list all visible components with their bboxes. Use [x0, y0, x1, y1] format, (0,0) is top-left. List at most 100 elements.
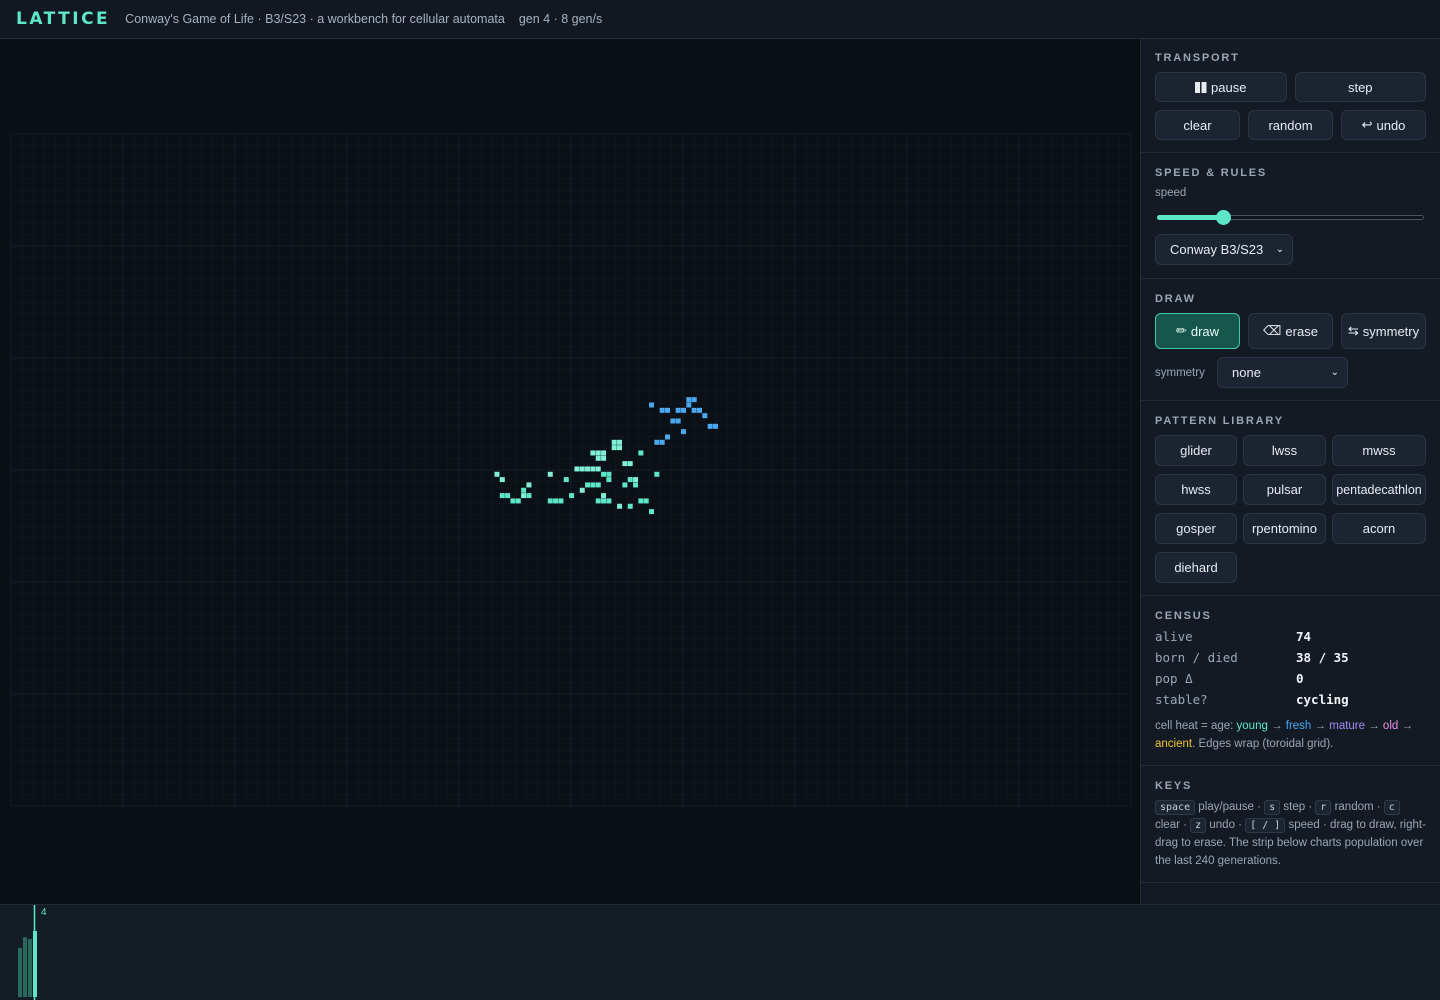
live-cell[interactable]	[606, 471, 612, 477]
live-cell[interactable]	[627, 461, 633, 467]
live-cell[interactable]	[521, 493, 527, 499]
live-cell[interactable]	[654, 471, 660, 477]
step-button[interactable]: step	[1294, 72, 1426, 102]
symmetry-mode-button[interactable]: ⇆ symmetry	[1341, 313, 1426, 349]
live-cell[interactable]	[659, 439, 665, 445]
live-cell[interactable]	[707, 423, 713, 429]
live-cell[interactable]	[649, 402, 655, 408]
live-cell[interactable]	[665, 407, 671, 413]
clear-button[interactable]: clear	[1155, 110, 1240, 140]
live-cell[interactable]	[638, 498, 644, 504]
live-cell[interactable]	[510, 498, 516, 504]
live-cell[interactable]	[494, 471, 500, 477]
live-cell[interactable]	[670, 418, 676, 424]
live-cell[interactable]	[627, 503, 633, 509]
live-cell[interactable]	[649, 509, 655, 515]
live-cell[interactable]	[665, 434, 671, 440]
live-cell[interactable]	[659, 407, 665, 413]
live-cell[interactable]	[595, 450, 601, 456]
pattern-diehard[interactable]: diehard	[1155, 552, 1237, 583]
pattern-pulsar[interactable]: pulsar	[1243, 474, 1326, 505]
life-board[interactable]	[0, 39, 1140, 904]
rule-select[interactable]: Conway B3/S23 ⌄	[1155, 234, 1293, 265]
live-cell[interactable]	[622, 482, 628, 488]
live-cell[interactable]	[547, 498, 553, 504]
pattern-hwss[interactable]: hwss	[1155, 474, 1237, 505]
population-strip[interactable]: 4	[0, 904, 1440, 1000]
live-cell[interactable]	[643, 498, 649, 504]
live-cell[interactable]	[579, 487, 585, 493]
live-cell[interactable]	[681, 407, 687, 413]
pattern-pentadecathlon[interactable]: pentadecathlon	[1332, 474, 1426, 505]
erase-mode-button[interactable]: ⌫ erase	[1248, 313, 1333, 349]
live-cell[interactable]	[712, 423, 718, 429]
pattern-acorn[interactable]: acorn	[1332, 513, 1426, 544]
random-button[interactable]: random	[1248, 110, 1333, 140]
live-cell[interactable]	[691, 397, 697, 403]
live-cell[interactable]	[697, 407, 702, 413]
live-cell[interactable]	[611, 445, 617, 451]
generation-readout: gen 4 · 8 gen/s	[518, 12, 603, 26]
live-cell[interactable]	[590, 466, 596, 472]
live-cell[interactable]	[526, 493, 532, 499]
draw-mode-button[interactable]: ✏ draw	[1155, 313, 1240, 349]
live-cell[interactable]	[563, 477, 569, 483]
pattern-mwss[interactable]: mwss	[1332, 435, 1426, 466]
live-cell[interactable]	[686, 402, 692, 408]
live-cell[interactable]	[601, 450, 607, 456]
pause-button[interactable]: pause	[1155, 72, 1287, 102]
live-cell[interactable]	[579, 466, 585, 472]
pattern-gosper[interactable]: gosper	[1155, 513, 1237, 544]
live-cell[interactable]	[622, 461, 628, 467]
live-cell[interactable]	[611, 439, 617, 445]
live-cell[interactable]	[681, 429, 687, 435]
live-cell[interactable]	[686, 397, 692, 403]
live-cell[interactable]	[601, 498, 607, 504]
live-cell[interactable]	[633, 482, 639, 488]
live-cell[interactable]	[627, 477, 633, 483]
live-cell[interactable]	[515, 498, 521, 504]
live-cell[interactable]	[601, 471, 607, 477]
undo-button[interactable]: ↩ undo	[1341, 110, 1426, 140]
live-cell[interactable]	[654, 439, 660, 445]
live-cell[interactable]	[499, 477, 505, 483]
live-cell[interactable]	[617, 503, 623, 509]
live-cell[interactable]	[590, 482, 596, 488]
live-cell[interactable]	[633, 477, 639, 483]
pattern-rpentomino[interactable]: rpentomino	[1243, 513, 1326, 544]
board-canvas[interactable]	[0, 39, 1140, 904]
live-cell[interactable]	[675, 418, 681, 424]
live-cell[interactable]	[601, 455, 607, 461]
live-cell[interactable]	[617, 439, 623, 445]
pattern-glider[interactable]: glider	[1155, 435, 1237, 466]
pattern-lwss[interactable]: lwss	[1243, 435, 1326, 466]
live-cell[interactable]	[606, 498, 612, 504]
live-cell[interactable]	[574, 466, 580, 472]
live-cell[interactable]	[595, 482, 601, 488]
live-cell[interactable]	[675, 407, 681, 413]
live-cell[interactable]	[526, 482, 532, 488]
live-cell[interactable]	[638, 450, 644, 456]
live-cell[interactable]	[521, 487, 527, 493]
live-cell[interactable]	[547, 471, 553, 477]
live-cell[interactable]	[601, 493, 607, 499]
live-cell[interactable]	[569, 493, 575, 499]
live-cell[interactable]	[617, 445, 623, 451]
symmetry-select[interactable]: none ⌄	[1217, 357, 1348, 388]
live-cell[interactable]	[553, 498, 559, 504]
speed-slider-thumb[interactable]	[1216, 210, 1231, 225]
live-cell[interactable]	[595, 455, 601, 461]
live-cell[interactable]	[585, 482, 591, 488]
live-cell[interactable]	[691, 407, 697, 413]
live-cell[interactable]	[702, 413, 708, 419]
live-cell[interactable]	[558, 498, 564, 504]
live-cell[interactable]	[585, 466, 591, 472]
live-cell[interactable]	[499, 493, 505, 499]
live-cell[interactable]	[606, 477, 612, 483]
alive-value: 74	[1296, 629, 1312, 644]
live-cell[interactable]	[595, 466, 601, 472]
live-cell[interactable]	[590, 450, 596, 456]
live-cell[interactable]	[505, 493, 511, 499]
live-cell[interactable]	[595, 498, 601, 504]
speed-slider[interactable]	[1157, 210, 1424, 225]
